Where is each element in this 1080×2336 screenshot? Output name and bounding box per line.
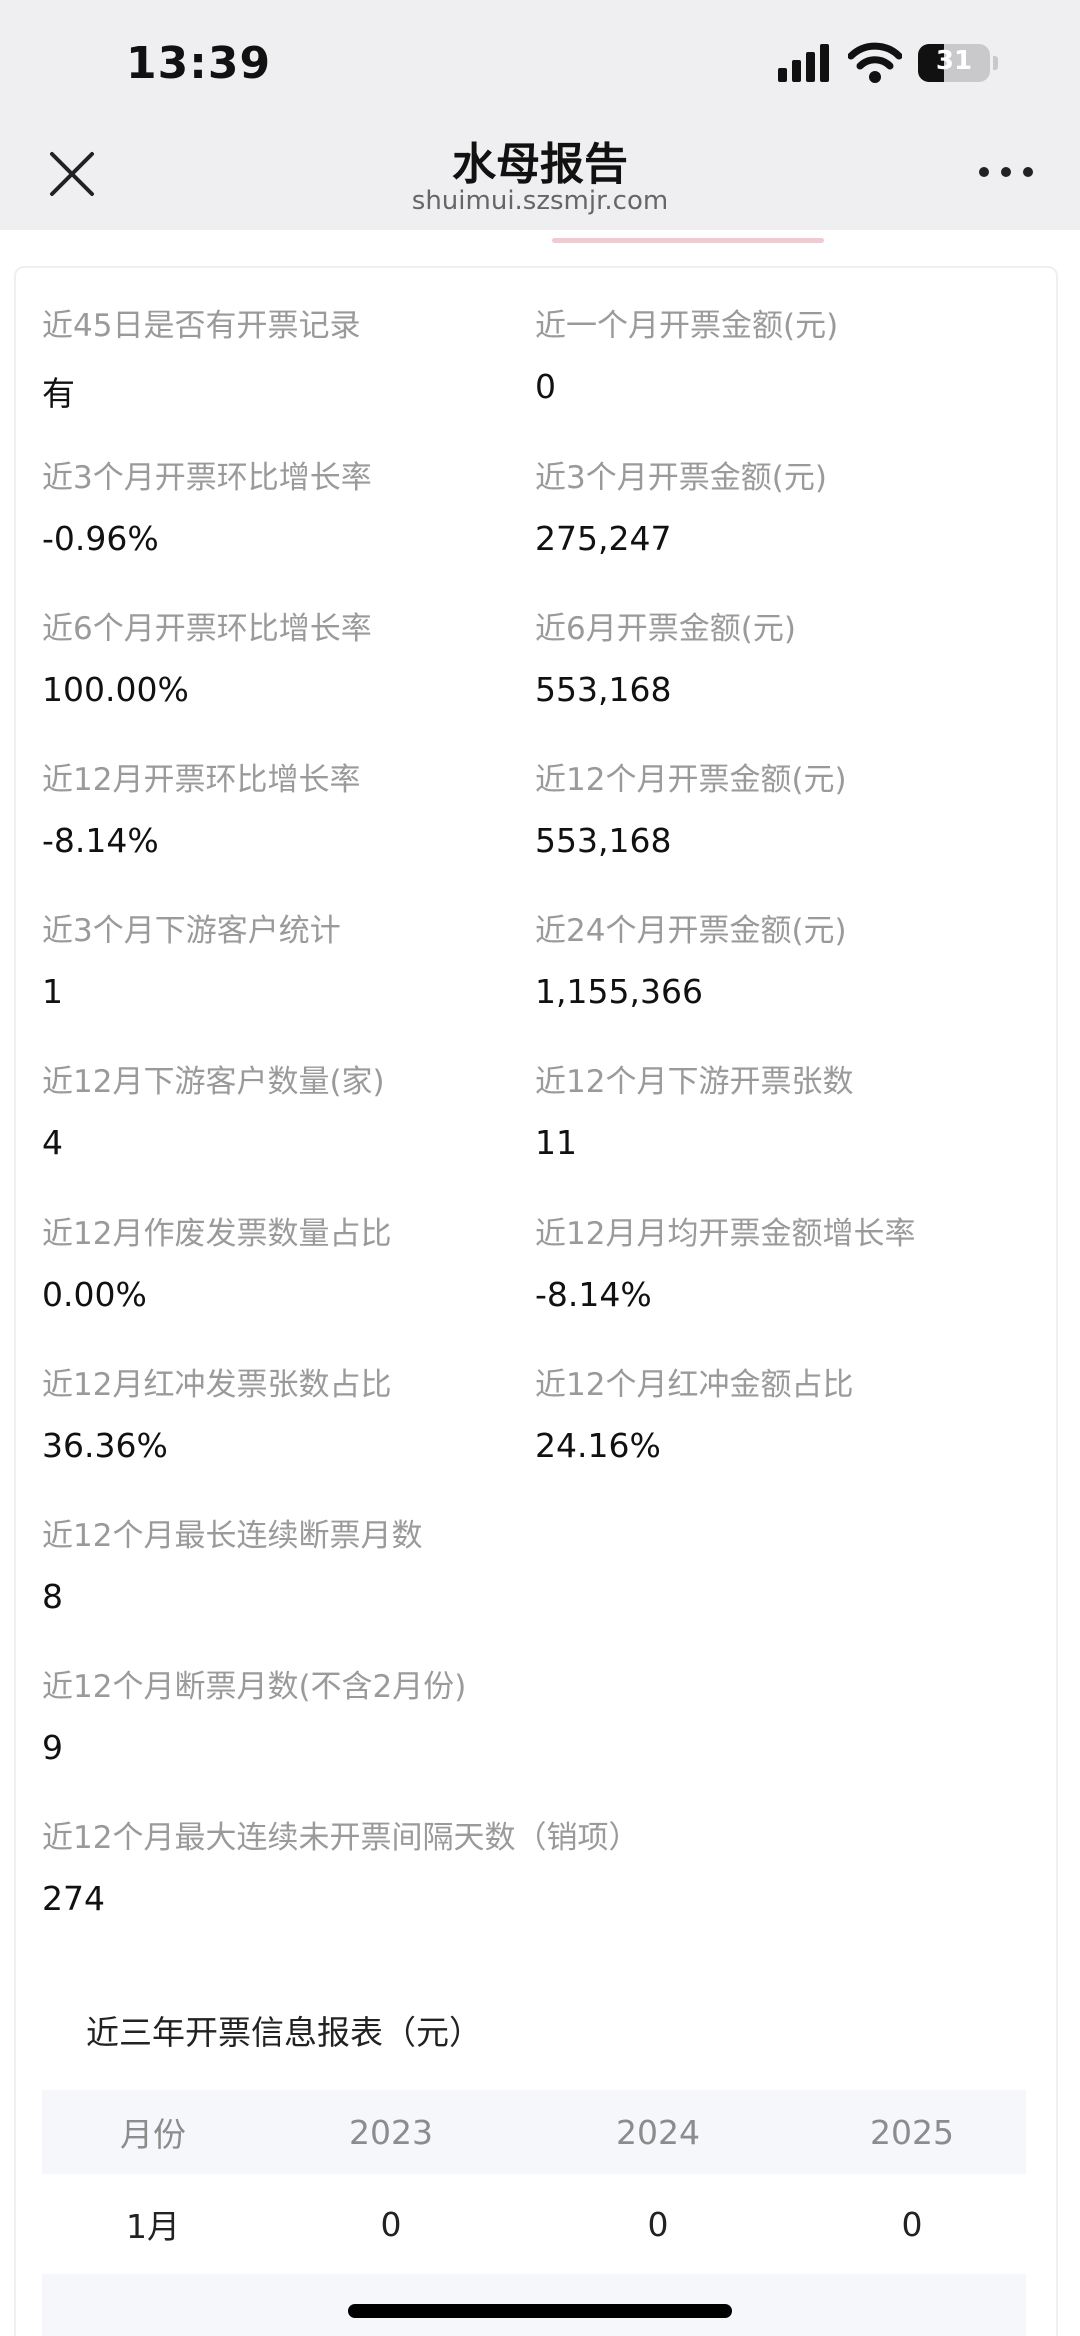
metric-value: 553,168 <box>535 670 672 709</box>
metric-label: 近12个月最长连续断票月数 <box>42 1518 423 1554</box>
metric-value: 274 <box>42 1879 105 1918</box>
page-url: shuimui.szsmjr.com <box>411 186 669 216</box>
metric-value: 36.36% <box>42 1426 168 1465</box>
metric-label: 近12个月断票月数(不含2月份) <box>42 1669 467 1705</box>
metric-item: 近3个月开票环比增长率 -0.96% <box>42 452 522 558</box>
metric-value: 553,168 <box>535 821 672 860</box>
metric-value: 100.00% <box>42 670 189 709</box>
metric-label: 近3个月开票环比增长率 <box>42 460 372 496</box>
page: 13:39 31 水母报告 shuimui.szsmjr.com 近45日是否有… <box>0 0 1080 2336</box>
column-header: 2023 <box>349 2112 433 2152</box>
battery-icon: 31 <box>918 44 998 82</box>
metric-item: 近一个月开票金额(元) 0 <box>535 300 1015 406</box>
column-header: 月份 <box>120 2115 186 2154</box>
top-bar: 13:39 31 水母报告 shuimui.szsmjr.com <box>0 0 1080 230</box>
metric-item: 近45日是否有开票记录 有 <box>42 300 522 415</box>
metric-item: 近24个月开票金额(元) 1,155,366 <box>535 905 1015 1011</box>
metric-item: 近12月作废发票数量占比 0.00% <box>42 1208 522 1314</box>
metric-value: 0.00% <box>42 1275 147 1314</box>
metric-value: 1,155,366 <box>535 972 703 1011</box>
metric-value: -8.14% <box>42 821 159 860</box>
battery-nub <box>993 56 998 70</box>
metric-item: 近12个月下游开票张数 11 <box>535 1056 1015 1162</box>
metric-value: 11 <box>535 1123 577 1162</box>
metric-value: 24.16% <box>535 1426 661 1465</box>
metric-value: 275,247 <box>535 519 672 558</box>
metric-value: 8 <box>42 1577 63 1616</box>
metric-label: 近3个月下游客户统计 <box>42 913 341 949</box>
metric-label: 近12个月下游开票张数 <box>535 1064 854 1100</box>
metric-item: 近12月下游客户数量(家) 4 <box>42 1056 522 1162</box>
metric-label: 近12月月均开票金额增长率 <box>535 1216 916 1252</box>
tab-indicator <box>552 238 824 243</box>
status-time: 13:39 <box>126 38 272 89</box>
metric-label: 近一个月开票金额(元) <box>535 308 839 344</box>
column-header: 2025 <box>870 2112 954 2152</box>
metric-label: 近12月开票环比增长率 <box>42 762 361 798</box>
metric-label: 近12月下游客户数量(家) <box>42 1064 385 1100</box>
battery-percent: 31 <box>935 46 973 76</box>
page-title: 水母报告 <box>452 139 628 190</box>
metric-value: 1 <box>42 972 63 1011</box>
metric-item: 近12月月均开票金额增长率 -8.14% <box>535 1208 1015 1314</box>
metric-item: 近12个月开票金额(元) 553,168 <box>535 754 1015 860</box>
table-cell: 0 <box>901 2204 923 2244</box>
home-indicator[interactable] <box>348 2304 732 2318</box>
metric-item: 近3个月下游客户统计 1 <box>42 905 522 1011</box>
metric-label: 近12个月红冲金额占比 <box>535 1367 854 1403</box>
report-table: 月份 2023 2024 2025 1月 0 0 0 <box>42 2090 1026 2336</box>
metric-item: 近12月开票环比增长率 -8.14% <box>42 754 522 860</box>
metric-item: 近6月开票金额(元) 553,168 <box>535 603 1015 709</box>
wifi-icon <box>848 42 902 83</box>
metric-label: 近12个月开票金额(元) <box>535 762 847 798</box>
metric-item: 近3个月开票金额(元) 275,247 <box>535 452 1015 558</box>
metric-value: 4 <box>42 1123 63 1162</box>
metric-label: 近6月开票金额(元) <box>535 611 796 647</box>
metric-value: 9 <box>42 1728 63 1767</box>
metric-value: 0 <box>535 367 556 406</box>
more-icon[interactable] <box>978 160 1034 184</box>
metric-label: 近12个月最大连续未开票间隔天数（销项） <box>42 1820 640 1856</box>
metric-value: -0.96% <box>42 519 159 558</box>
metric-label: 近12月红冲发票张数占比 <box>42 1367 392 1403</box>
metric-item: 近12月红冲发票张数占比 36.36% <box>42 1359 522 1465</box>
table-title: 近三年开票信息报表（元） <box>86 2013 482 2052</box>
table-cell: 0 <box>380 2204 402 2244</box>
metric-item: 近12个月红冲金额占比 24.16% <box>535 1359 1015 1465</box>
table-cell: 0 <box>647 2204 669 2244</box>
table-row: 1月 0 0 0 <box>42 2174 1026 2274</box>
metric-item: 近12个月断票月数(不含2月份) 9 <box>42 1661 522 1767</box>
metric-item: 近12个月最大连续未开票间隔天数（销项） 274 <box>42 1812 640 1918</box>
metric-label: 近45日是否有开票记录 <box>42 308 361 344</box>
metric-value: -8.14% <box>535 1275 652 1314</box>
table-header: 月份 2023 2024 2025 <box>42 2090 1026 2174</box>
metric-label: 近6个月开票环比增长率 <box>42 611 372 647</box>
metric-label: 近24个月开票金额(元) <box>535 913 847 949</box>
metric-item: 近12个月最长连续断票月数 8 <box>42 1510 522 1616</box>
metric-item: 近6个月开票环比增长率 100.00% <box>42 603 522 709</box>
metric-label: 近3个月开票金额(元) <box>535 460 827 496</box>
metric-value: 有 <box>42 374 75 413</box>
signal-icon <box>778 44 829 82</box>
column-header: 2024 <box>616 2112 700 2152</box>
metric-label: 近12月作废发票数量占比 <box>42 1216 392 1252</box>
table-cell: 1月 <box>126 2207 180 2246</box>
